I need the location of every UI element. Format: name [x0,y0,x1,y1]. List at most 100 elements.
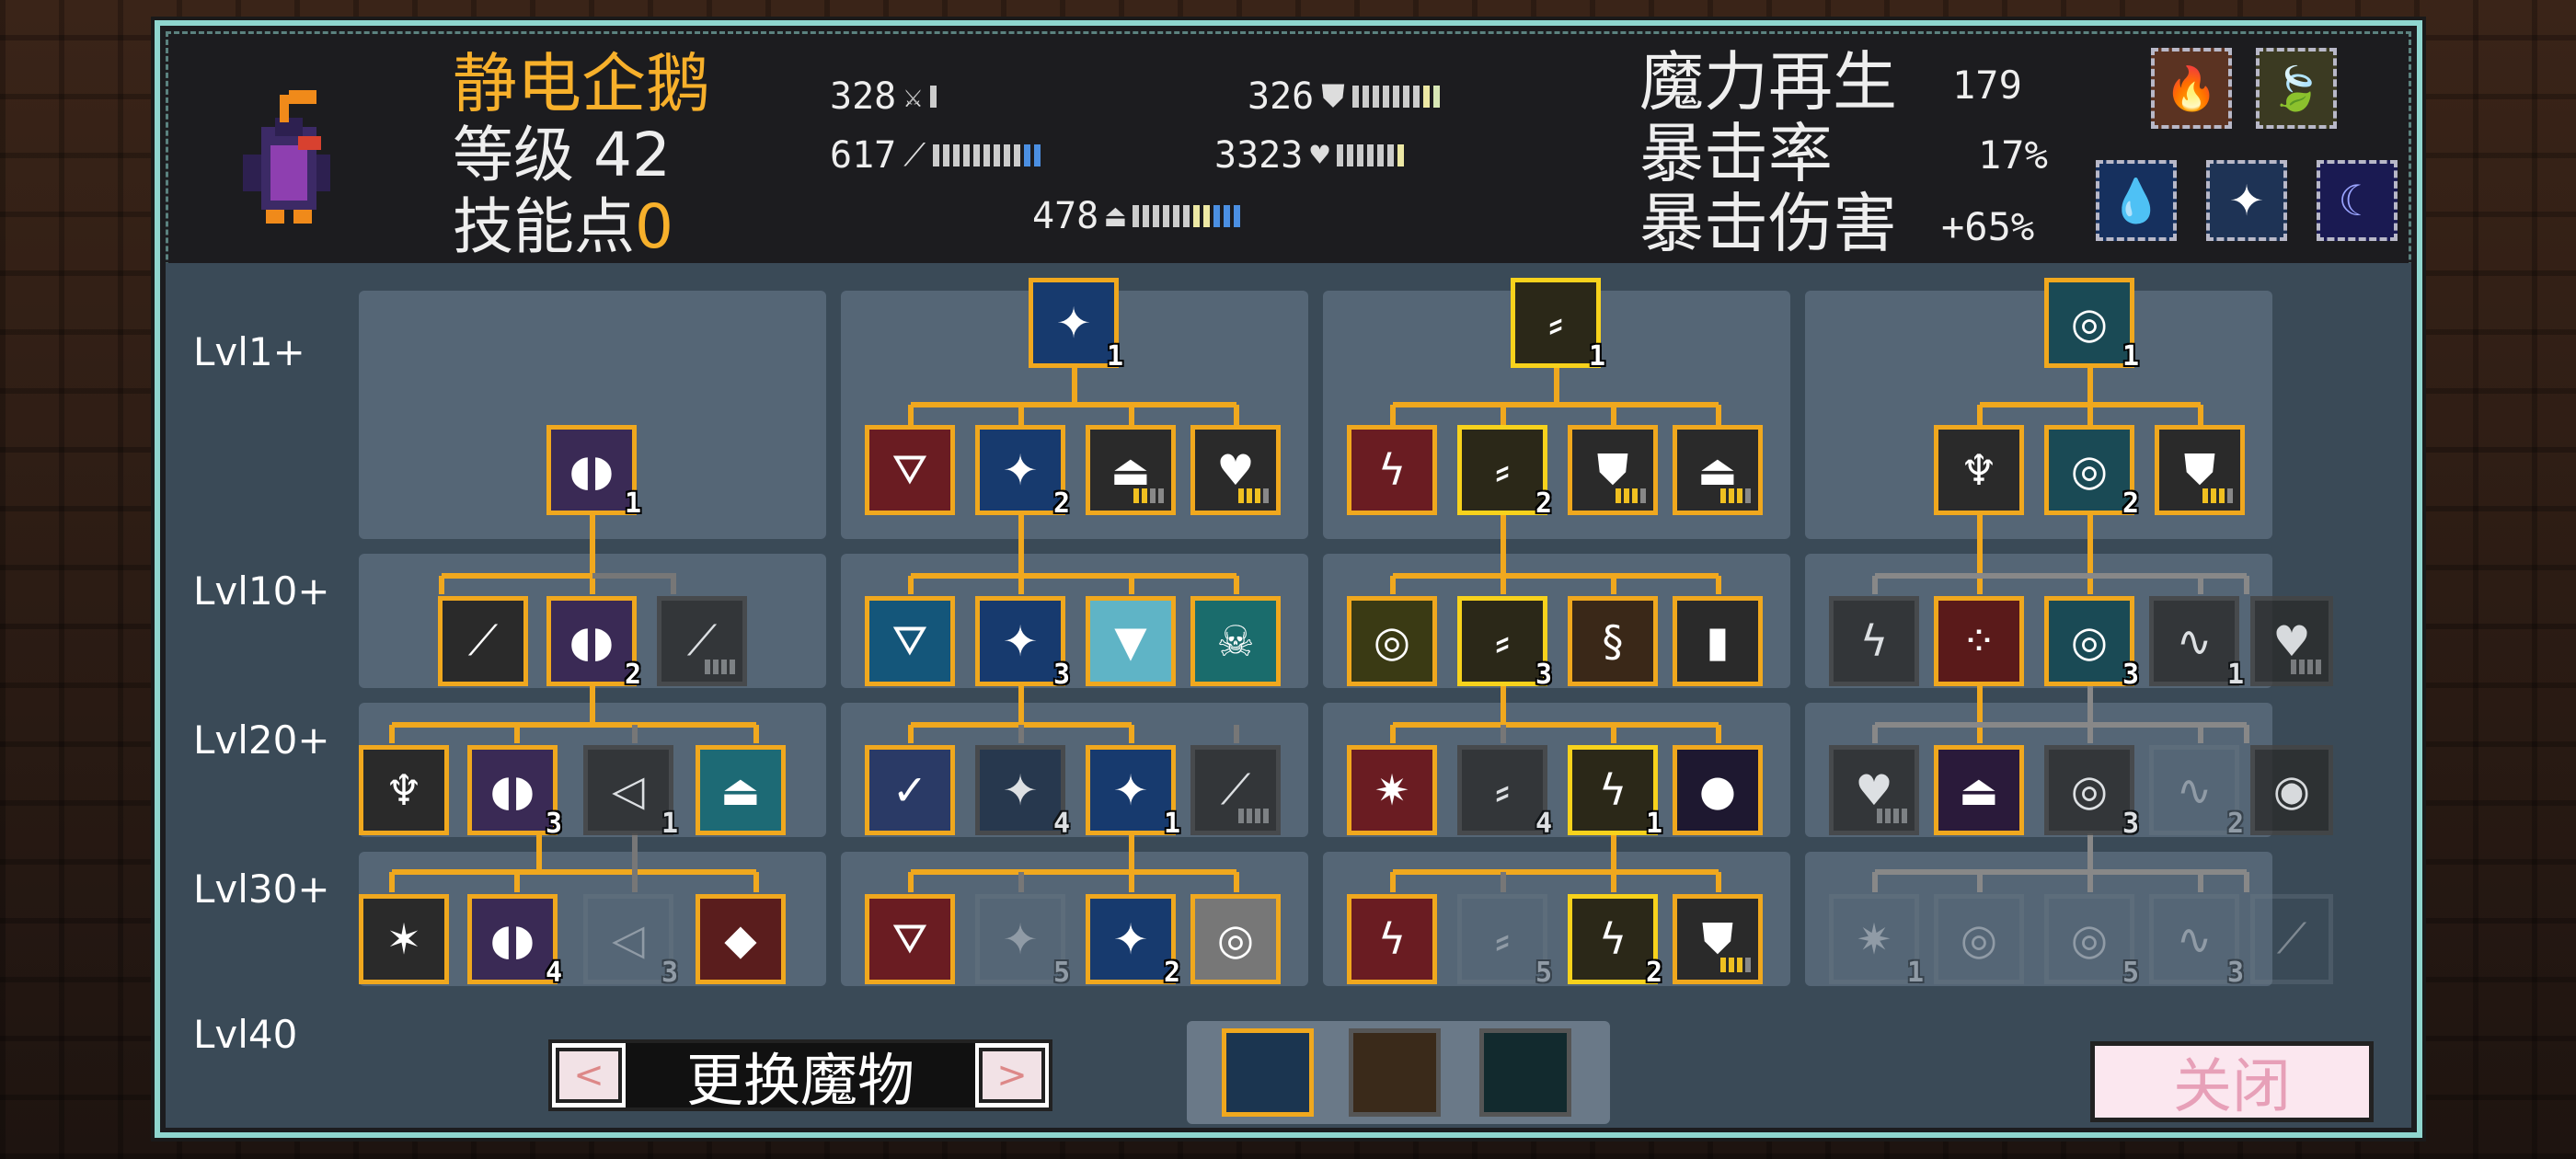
wand-upgrade-skill[interactable]: ⟋ [1190,745,1281,835]
storm-skill[interactable]: ϟ [1829,596,1919,686]
defense-upgrade-skill[interactable]: ⛊ [1568,425,1658,515]
character-name: 静电企鹅 [453,46,710,121]
mana-shield-skill[interactable]: ⏏ [696,745,786,835]
crit-rate-label: 暴击率 [1639,116,1833,191]
mana-pot-icon: ⏏ [1106,198,1125,235]
locked-skill[interactable]: ⸗ 5 [1457,894,1552,989]
lightning-rod-skill[interactable]: ♆ [359,745,449,835]
wand-icon: ⟋ [903,137,926,174]
mana-upgrade-skill[interactable]: ⏏ [1086,425,1176,515]
fire-up-icon[interactable]: 🔥 [2151,48,2232,129]
health-upgrade-skill[interactable]: ♥ [1190,425,1281,515]
ice-fang-skill[interactable]: ⛛ [865,596,955,686]
plasma-orb-skill[interactable]: ● [1673,745,1763,835]
wave-skill[interactable]: ∿ 1 [2149,596,2244,691]
spark-tab[interactable] [1479,1028,1571,1117]
skill-tree-grid: Lvl1+ Lvl10+ Lvl20+ Lvl30+ Lvl40 ◖◗ 1 ⟋ ◖… [166,263,2411,1128]
shadow-dash-skill[interactable]: ⟋ [438,596,528,686]
skill-tree-panel: 静电企鹅 等级 42 技能点0 328 ⚔ 326 ⛊ 617 ⟋ 3323 ♥ 478… [155,20,2422,1138]
skill-column-3: ⸗ 1 ϟ ⸗ 2 ⛊ ⏏ ◎ ⸗ 3 § ▮ ✷ ⸗ 4 ϟ1 ● ϟ ⸗ 5 ϟ2 ⛊ [1323,278,1790,1008]
defense-upgrade-skill[interactable]: ⛊ [2155,425,2245,515]
ice-spark-skill[interactable]: ✦ 2 [975,425,1070,520]
light-shield-icon[interactable]: ✦ [2206,160,2287,241]
penguin-avatar-icon [243,90,330,224]
thunder-plus-skill[interactable]: ϟ [1347,425,1437,515]
static-field-skill[interactable]: ◎ 2 [2044,425,2139,520]
cyclone-skill[interactable]: ◉ [2250,745,2333,835]
static-field-skill[interactable]: ◎ 3 [2044,596,2139,691]
close-button[interactable]: 关闭 [2090,1041,2374,1122]
locked-skill[interactable]: ⟋ [2250,894,2333,984]
frost-skull-skill[interactable]: ☠ [1190,596,1281,686]
health-stat: 3323 ♥ [1214,134,1404,177]
ice-tab[interactable] [1222,1028,1314,1117]
fire-tab[interactable] [1349,1028,1441,1117]
static-field-skill[interactable]: ◎ 1 [2044,278,2139,373]
ice-fang-plus-skill[interactable]: ⛛ [865,425,955,515]
static-spark-skill[interactable]: ⸗ 1 [1511,278,1605,373]
heart-icon: ♥ [1310,137,1329,174]
lightning-bolt-skill[interactable]: ϟ2 [1568,894,1662,989]
crit-damage-value: +65% [1941,204,2035,249]
water-shield-icon[interactable]: 💧 [2096,160,2177,241]
sonic-wave-skill[interactable]: ◖◗ 2 [546,596,641,691]
locked-skill[interactable]: ∿ 2 [2149,745,2244,840]
lightning-bolt-skill[interactable]: ϟ1 [1568,745,1662,840]
ice-spark-skill[interactable]: ✦ 4 [975,745,1070,840]
skill-column-2: ✦ 1 ⛛ ✦ 2 ⏏ ♥ ⛛ ✦ 3 ▼ ☠ ✓ ✦ 4 ✦ 1 ⟋ ⛛ ✦ 5 ✦ 2 ◎ [841,278,1308,1008]
leaf-up-icon[interactable]: 🍃 [2256,48,2337,129]
sonic-wave-skill[interactable]: ◖◗ 4 [467,894,562,989]
mana-regen-value: 179 [1952,63,2022,108]
swap-monster-control: < 更换魔物 > [548,1039,1052,1114]
static-spark-skill[interactable]: ⸗ 4 [1457,745,1552,840]
skill-column-4: ◎ 1 ♆ ◎ 2 ⛊ ϟ ⁘ ◎ 3 ∿ 1 ♥ ♥ ⏏ ◎ 3 ∿ 2 ◉ ✷ 1 ◎ ◎… [1805,278,2333,1008]
lightning-rod-skill[interactable]: ♆ [1934,425,2024,515]
skill-tab-group [1187,1021,1610,1124]
mana-burst-skill[interactable]: ◆ [696,894,786,984]
locked-skill[interactable]: ◁ 3 [583,894,678,989]
locked-skill[interactable]: ◎ [1934,894,2024,984]
sword-icon: ⚔ [903,78,923,115]
shock-burst-skill[interactable]: ✷ [1347,745,1437,835]
sonic-wave-skill[interactable]: ◖◗ 1 [546,425,641,520]
moon-icon[interactable]: ☾ [2317,160,2398,241]
claw-strike-skill[interactable]: ✶ [359,894,449,984]
mana-stat: 478 ⏏ [1032,195,1240,237]
sonic-wave-skill[interactable]: ◖◗ 3 [467,745,562,840]
crit-rate-value: 17% [1978,132,2048,178]
ice-spark-skill[interactable]: ✦ 1 [1086,745,1180,840]
battery-skill[interactable]: ▮ [1673,596,1763,686]
chain-spark-skill[interactable]: § [1568,596,1658,686]
swap-monster-label: 更换魔物 [626,1043,975,1114]
icicle-skill[interactable]: ▼ [1086,596,1176,686]
ice-slash-skill[interactable]: ✓ [865,745,955,835]
mana-upgrade-skill[interactable]: ⏏ [1673,425,1763,515]
defense-upgrade-skill[interactable]: ⛊ [1673,894,1763,984]
level-row-label: Lvl1+ [193,329,305,374]
health-upgrade-skill[interactable]: ♥ [1829,745,1919,835]
locked-skill[interactable]: ◎ 5 [2044,894,2139,989]
next-monster-button[interactable]: > [979,1048,1045,1103]
mana-boost-skill[interactable]: ⏏ [1934,745,2024,835]
blizzard-skill[interactable]: ◎ [1190,894,1281,984]
locked-skill[interactable]: ✦ 5 [975,894,1070,989]
spark-cluster-skill[interactable]: ⁘ [1934,596,2024,686]
static-spark-skill[interactable]: ⸗ 3 [1457,596,1552,691]
static-field-skill[interactable]: ◎ 3 [2044,745,2139,840]
prev-monster-button[interactable]: < [556,1048,622,1103]
locked-skill[interactable]: ✷ 1 [1829,894,1924,989]
skill-points: 技能点0 [453,191,673,262]
wand-upgrade-skill[interactable]: ⟋ [657,596,747,686]
health-upgrade-skill[interactable]: ♥ [2250,596,2333,686]
static-spark-skill[interactable]: ⸗ 2 [1457,425,1552,520]
thunder-strike-skill[interactable]: ϟ [1347,894,1437,984]
static-ring-skill[interactable]: ◎ [1347,596,1437,686]
ice-spark-skill[interactable]: ✦ 1 [1029,278,1123,373]
echo-skill[interactable]: ◁ 1 [583,745,678,840]
locked-skill[interactable]: ∿ 3 [2149,894,2244,989]
ice-fang-skill[interactable]: ⛛ [865,894,955,984]
skill-column-1: ◖◗ 1 ⟋ ◖◗ 2 ⟋ ♆ ◖◗ 3 ◁ 1 ⏏ ✶ ◖◗ 4 ◁ 3 ◆ [359,291,826,1008]
ice-spark-skill[interactable]: ✦ 2 [1086,894,1180,989]
mana-regen-label: 魔力再生 [1639,44,1897,120]
ice-spark-skill[interactable]: ✦ 3 [975,596,1070,691]
